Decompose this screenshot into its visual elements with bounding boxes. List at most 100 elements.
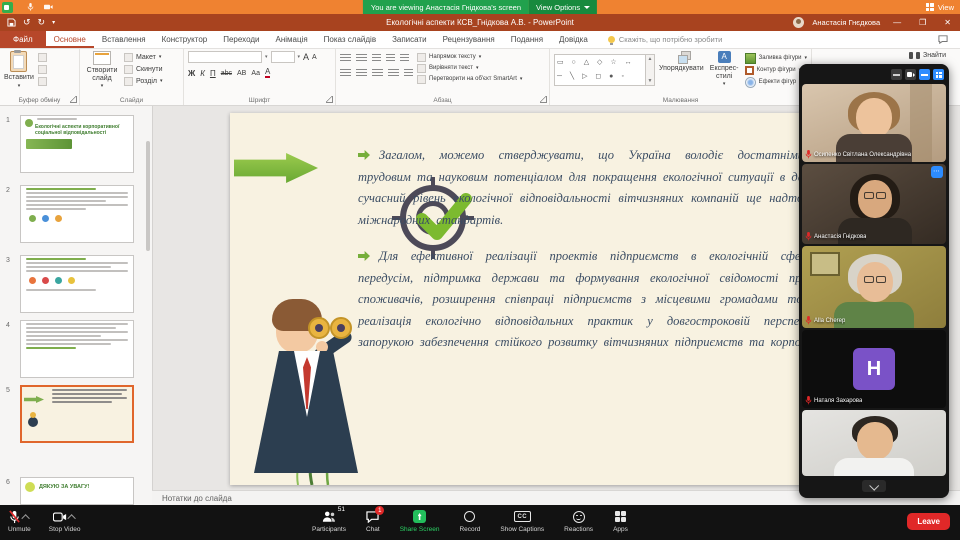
underline-button[interactable]: П xyxy=(210,69,216,78)
smartart-button[interactable]: Перетворити на об'єкт SmartArt▾ xyxy=(417,75,522,84)
minimize-window-icon[interactable]: — xyxy=(888,14,906,31)
qat-customize-caret-icon[interactable]: ▾ xyxy=(52,20,55,26)
columns-icon[interactable] xyxy=(404,69,413,78)
video-options-caret-icon[interactable] xyxy=(67,514,75,522)
camera-icon xyxy=(44,3,53,11)
text-direction-button[interactable]: Напрямок тексту▾ xyxy=(417,53,522,62)
change-case-button[interactable]: Аа xyxy=(251,70,260,77)
restore-window-icon[interactable]: ❐ xyxy=(914,14,931,31)
muted-mic-icon xyxy=(805,396,812,405)
share-screen-icon xyxy=(413,510,426,523)
save-icon[interactable] xyxy=(7,18,16,27)
reset-button[interactable]: Скинути xyxy=(124,65,163,74)
thumbnail-scrollbar[interactable] xyxy=(146,141,150,251)
decrease-indent-icon[interactable] xyxy=(372,54,381,63)
tab-home[interactable]: Основне xyxy=(46,31,94,48)
undo-icon[interactable]: ↺ xyxy=(23,18,31,27)
tab-insert[interactable]: Вставлення xyxy=(94,31,154,48)
avatar-tile[interactable]: Н Наталя Захарова xyxy=(802,330,946,408)
gallery-view-icon[interactable] xyxy=(933,69,944,80)
account-name[interactable]: Анастасія Гнєдкова xyxy=(812,18,880,27)
video-panel-icon[interactable] xyxy=(905,69,916,80)
view-options-button[interactable]: View Options xyxy=(529,0,597,14)
close-window-icon[interactable]: ✕ xyxy=(939,14,956,31)
paragraph-dialog-launcher-icon[interactable] xyxy=(540,96,547,103)
unmute-button[interactable]: Unmute xyxy=(8,509,31,533)
font-name-input[interactable] xyxy=(188,51,262,63)
justify-icon[interactable] xyxy=(388,69,399,78)
grow-font-icon[interactable]: А xyxy=(303,52,309,62)
video-tile[interactable] xyxy=(802,410,946,476)
stop-video-button[interactable]: Stop Video xyxy=(49,509,81,533)
font-size-input[interactable] xyxy=(271,51,295,63)
minimize-panel-icon[interactable] xyxy=(891,69,902,80)
character-spacing-button[interactable]: АВ xyxy=(237,70,246,77)
redo-icon[interactable]: ↻ xyxy=(38,18,46,27)
clipboard-dialog-launcher-icon[interactable] xyxy=(70,96,77,103)
tell-me-search[interactable]: Скажіть, що потрібно зробити xyxy=(608,31,723,48)
reactions-button[interactable]: Reactions xyxy=(564,509,593,533)
audio-options-caret-icon[interactable] xyxy=(22,514,30,522)
tab-slideshow[interactable]: Показ слайдів xyxy=(316,31,384,48)
video-tile[interactable]: Alla Cherep xyxy=(802,246,946,328)
show-captions-button[interactable]: CC Show Captions xyxy=(500,509,544,533)
align-left-icon[interactable] xyxy=(340,69,351,78)
participants-button[interactable]: 51 Participants xyxy=(312,509,346,533)
comments-icon[interactable] xyxy=(938,35,948,44)
tab-transitions[interactable]: Переходи xyxy=(215,31,267,48)
align-right-icon[interactable] xyxy=(372,69,383,78)
shrink-font-icon[interactable]: А xyxy=(312,54,317,61)
speaker-view-icon[interactable] xyxy=(919,69,930,80)
font-dialog-launcher-icon[interactable] xyxy=(326,96,333,103)
new-slide-button[interactable]: Створити слайд ▾ xyxy=(84,51,120,93)
more-options-icon[interactable]: ⋯ xyxy=(931,166,943,178)
bold-button[interactable]: Ж xyxy=(188,69,195,78)
view-switcher[interactable]: View xyxy=(926,0,954,14)
tab-design[interactable]: Конструктор xyxy=(154,31,216,48)
muted-mic-icon xyxy=(805,150,812,159)
italic-button[interactable]: К xyxy=(200,69,205,78)
arrange-icon xyxy=(674,51,688,63)
strikethrough-button[interactable]: abc xyxy=(221,70,232,77)
tab-review[interactable]: Рецензування xyxy=(435,31,503,48)
record-button[interactable]: Record xyxy=(459,509,480,533)
copy-icon[interactable] xyxy=(38,65,47,74)
paragraph-group-label: Абзац xyxy=(336,97,549,104)
bullets-icon[interactable] xyxy=(340,54,351,63)
cut-icon[interactable] xyxy=(38,53,47,62)
format-painter-icon[interactable] xyxy=(38,77,47,86)
section-button[interactable]: Розділ▾ xyxy=(124,77,163,86)
apps-button[interactable]: Apps xyxy=(613,509,628,533)
tab-file[interactable]: Файл xyxy=(0,31,46,48)
shape-outline-button[interactable]: Контур фігури▾ xyxy=(745,66,807,75)
numbering-icon[interactable] xyxy=(356,54,367,63)
tab-record[interactable]: Записати xyxy=(384,31,435,48)
align-text-button[interactable]: Вирівняти текст▾ xyxy=(417,64,522,73)
font-color-button[interactable]: А xyxy=(265,68,270,78)
shapes-gallery[interactable]: ▭ ○ △ ◇ ☆ ↔─ ╲ ▷ ◻ ● ◦ xyxy=(554,54,646,86)
find-button[interactable]: Знайти xyxy=(909,52,946,59)
tab-view[interactable]: Подання xyxy=(503,31,551,48)
panel-chevron-down-icon[interactable] xyxy=(862,480,886,492)
arrange-button[interactable]: Упорядкувати xyxy=(659,51,704,93)
sun-icon xyxy=(25,482,35,492)
paste-button[interactable]: Вставити ▾ xyxy=(4,51,34,93)
quick-styles-button[interactable]: А Експрес-стилі ▾ xyxy=(708,51,741,93)
shape-fill-button[interactable]: Заливка фігури▾ xyxy=(745,53,807,64)
layout-button[interactable]: Макет▾ xyxy=(124,53,163,62)
ribbon-tab-row: Файл Основне Вставлення Конструктор Пере… xyxy=(0,31,960,49)
tab-help[interactable]: Довідка xyxy=(551,31,596,48)
shape-effects-button[interactable]: Ефекти фігур▾ xyxy=(745,77,807,88)
line-spacing-icon[interactable] xyxy=(400,54,409,63)
zoom-app-icon[interactable] xyxy=(2,2,13,13)
increase-indent-icon[interactable] xyxy=(386,54,395,63)
tab-animations[interactable]: Анімація xyxy=(267,31,315,48)
share-screen-button[interactable]: Share Screen xyxy=(400,509,440,533)
video-tile[interactable]: Осипенко Світлана Олександрівна xyxy=(802,84,946,162)
video-tile[interactable]: ⋯ Анастасія Гнідкова xyxy=(802,164,946,244)
align-center-icon[interactable] xyxy=(356,69,367,78)
shapes-scrollbar[interactable]: ▲▼ xyxy=(646,54,655,86)
leave-button[interactable]: Leave xyxy=(907,513,950,530)
smartart-caret-icon: ▾ xyxy=(520,77,523,83)
chat-button[interactable]: 1 Chat xyxy=(366,509,380,533)
